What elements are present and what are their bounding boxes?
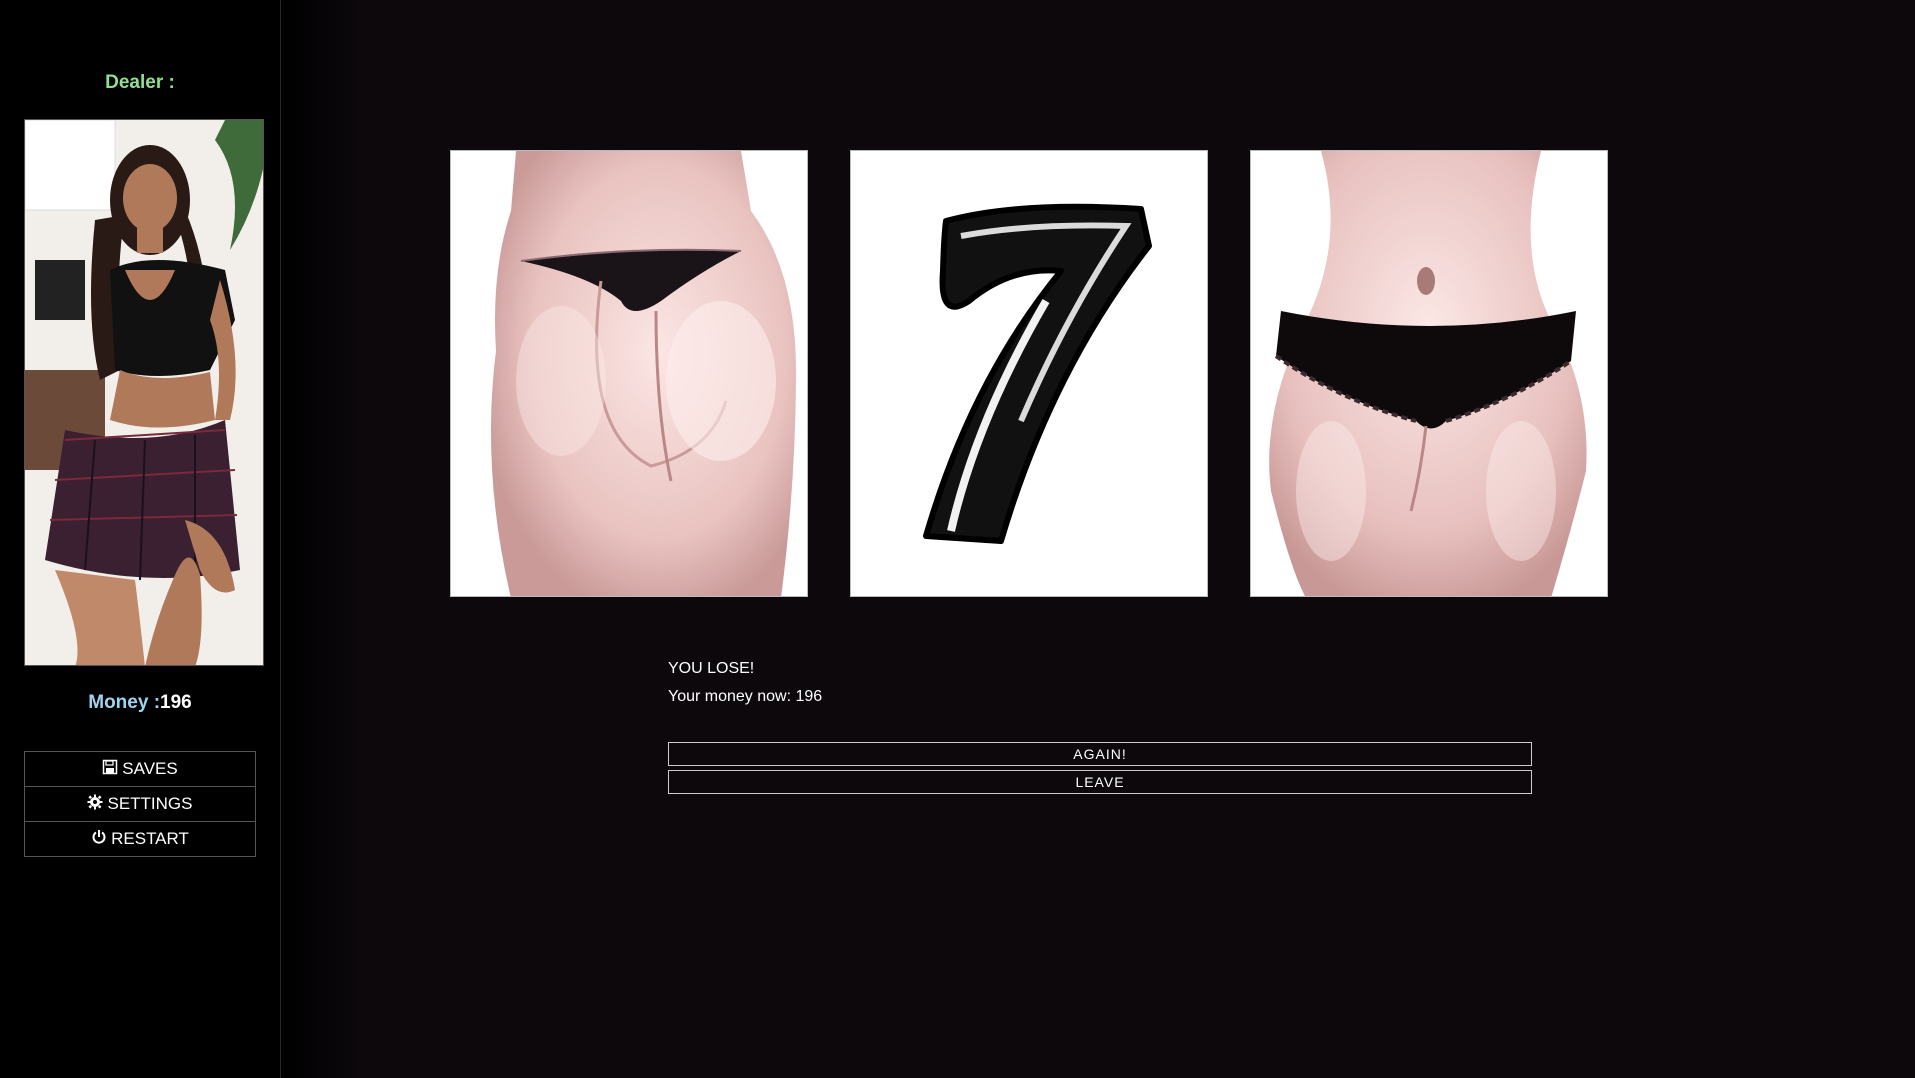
money-now-text: Your money now: 196: [668, 688, 823, 705]
sidebar-shadow: [281, 0, 361, 1078]
money-display: Money :196: [0, 692, 280, 714]
sidebar: Dealer : Money :196 SAVES SETTINGS RESTA…: [0, 0, 281, 1078]
gear-icon: [87, 794, 103, 815]
side-menu: SAVES SETTINGS RESTART: [24, 751, 256, 857]
saves-button[interactable]: SAVES: [24, 751, 256, 786]
settings-button[interactable]: SETTINGS: [24, 786, 256, 821]
slot-reel-2: 7: [850, 150, 1208, 597]
dealer-label: Dealer :: [105, 72, 175, 93]
money-label: Money :: [88, 692, 161, 713]
restart-label: RESTART: [111, 829, 189, 848]
reel-1-symbol-image: [491, 151, 796, 596]
slot-reel-3: [1250, 150, 1608, 597]
money-value: 196: [160, 692, 192, 713]
result-status: YOU LOSE!: [668, 660, 755, 677]
reel-3-symbol-image: [1269, 151, 1587, 596]
seven-icon: 7: [923, 203, 1152, 544]
floppy-disk-icon: [102, 759, 118, 780]
dealer-portrait: [24, 119, 264, 666]
leave-button[interactable]: LEAVE: [668, 770, 1532, 794]
result-panel: YOU LOSE! Your money now: 196: [668, 660, 822, 716]
slot-reel-1: [450, 150, 808, 597]
power-icon: [91, 829, 107, 850]
restart-button[interactable]: RESTART: [24, 821, 256, 857]
again-button[interactable]: AGAIN!: [668, 742, 1532, 766]
settings-label: SETTINGS: [107, 794, 193, 813]
saves-label: SAVES: [122, 759, 178, 778]
